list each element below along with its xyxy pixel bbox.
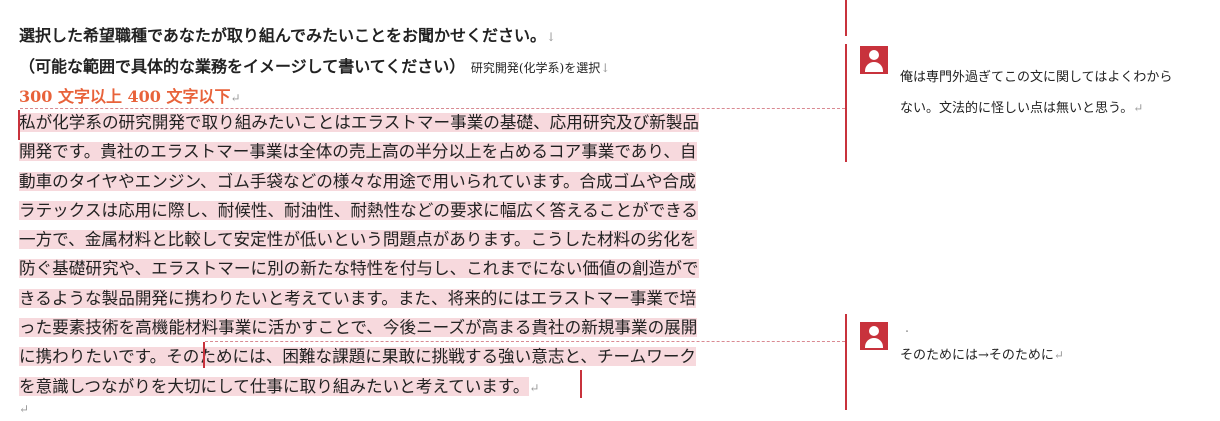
comment-range-end-2 xyxy=(580,370,582,398)
comment-connector-2 xyxy=(205,341,845,342)
comment-1-line-2: ない。文法的に怪しい点は無いと思う。↵ xyxy=(900,101,1144,116)
line-break-mark: ↓ xyxy=(600,61,611,75)
comment-1-line-1: 俺は専門外過ぎてこの文に関してはよくわから xyxy=(900,70,1173,85)
line-break-mark: ↓ xyxy=(546,30,557,44)
comment-connector-1 xyxy=(20,108,845,109)
comment-2[interactable]: ・ そのためには→そのために↵ xyxy=(860,322,1210,382)
user-avatar-icon xyxy=(860,46,888,74)
comment-2-edge xyxy=(845,314,847,410)
character-limit: 300 文字以上 400 文字以下↵ xyxy=(19,87,241,106)
question-line-2: （可能な範囲で具体的な業務をイメージして書いてください） 研究開発(化学系)を選… xyxy=(19,57,611,76)
comment-range-start-1 xyxy=(18,110,20,140)
commented-text-1[interactable]: 私が化学系の研究開発で取り組みたいことはエラストマー事業の基礎、応用研究及び新製… xyxy=(19,113,700,367)
comment-range-start-2 xyxy=(203,342,205,368)
paragraph-mark: ↵ xyxy=(529,380,540,395)
comment-pane: 俺は専門外過ぎてこの文に関してはよくわから ない。文法的に怪しい点は無いと思う。… xyxy=(845,0,1220,421)
comment-2-line-1: そのためには→そのために↵ xyxy=(900,348,1064,363)
answer-body[interactable]: 私が化学系の研究開発で取り組みたいことはエラストマー事業の基礎、応用研究及び新製… xyxy=(19,108,709,403)
comment-1[interactable]: 俺は専門外過ぎてこの文に関してはよくわから ない。文法的に怪しい点は無いと思う。… xyxy=(860,46,1210,136)
paragraph-mark: ↵ xyxy=(230,91,241,105)
document-page[interactable]: 選択した希望職種であなたが取り組んでみたいことをお聞かせください。↓ （可能な範… xyxy=(0,0,845,421)
question-note: 研究開発(化学系)を選択 xyxy=(470,61,601,75)
question-line-1: 選択した希望職種であなたが取り組んでみたいことをお聞かせください。↓ xyxy=(19,26,557,45)
user-avatar-icon xyxy=(860,322,888,350)
empty-paragraph-mark: ↵ xyxy=(19,402,30,416)
comment-1-edge xyxy=(845,44,847,162)
margin-edge-segment xyxy=(845,0,847,36)
comment-2-marker: ・ xyxy=(903,327,911,336)
